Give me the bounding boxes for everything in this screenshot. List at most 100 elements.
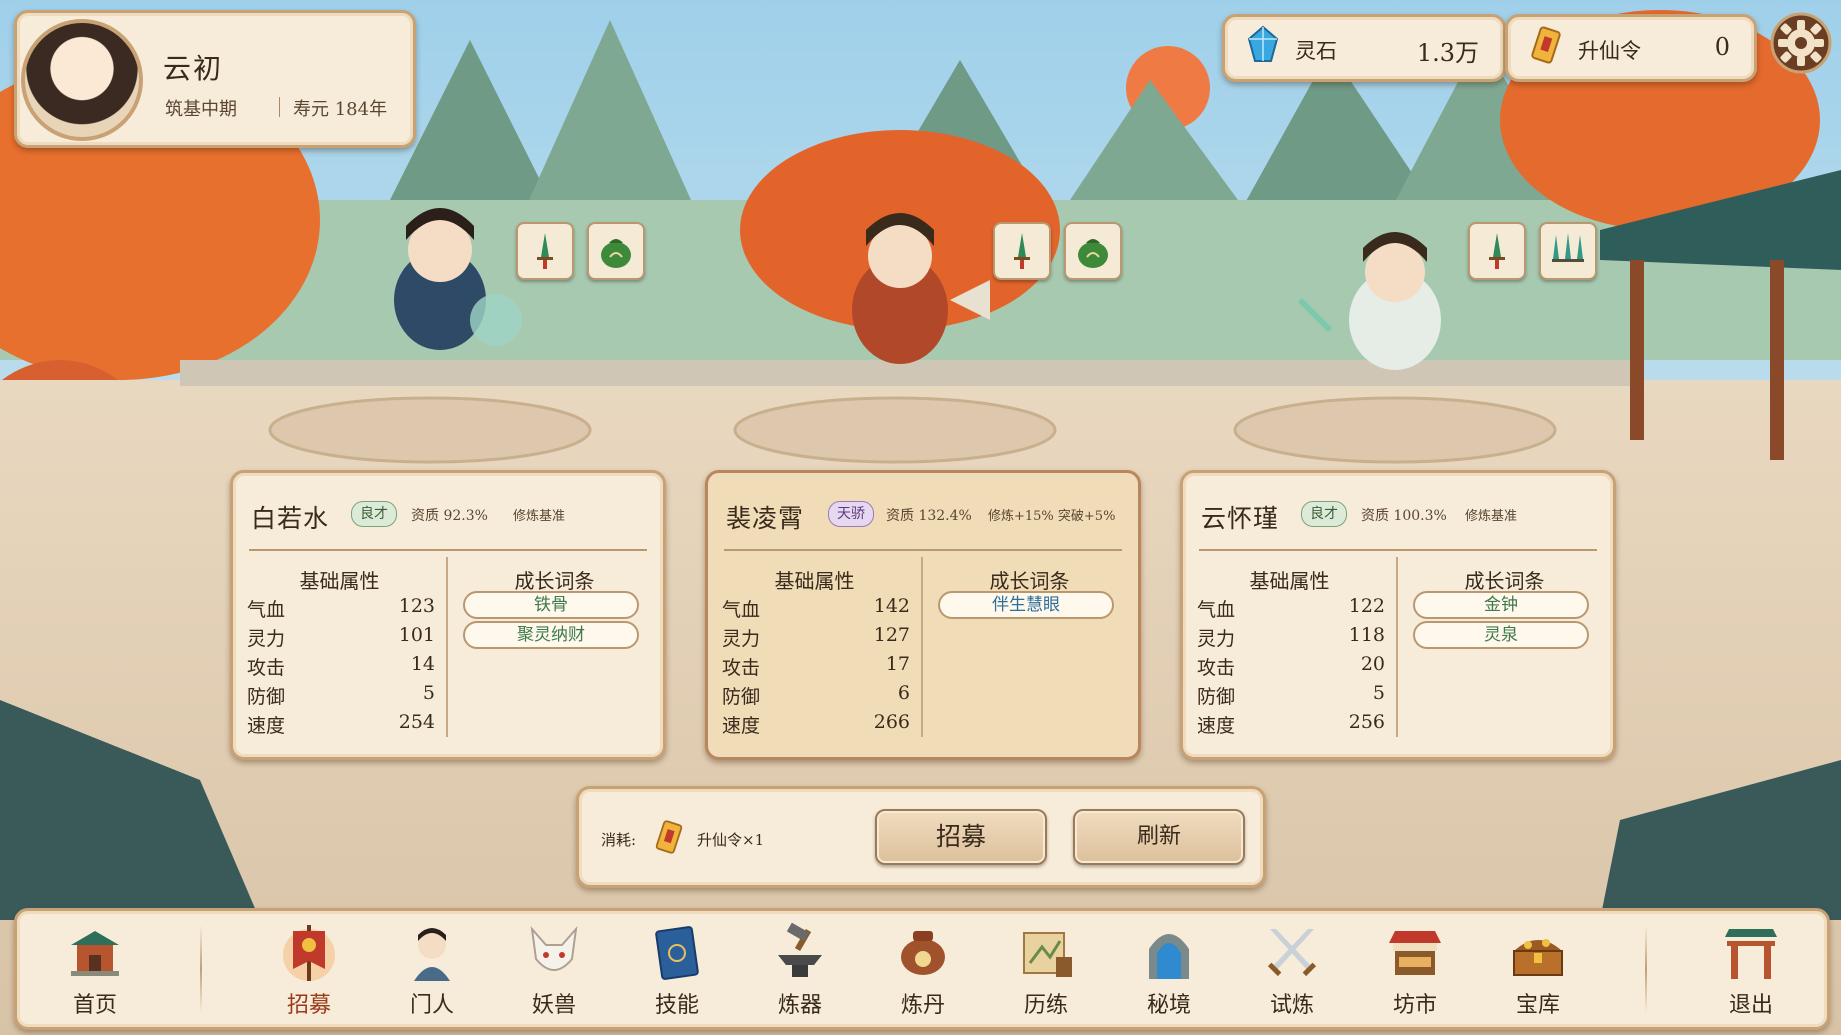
nav-forge[interactable]: 炼器 [750, 917, 850, 1021]
stat-value: 118 [1348, 624, 1385, 646]
base-stats-heading: 基础属性 [299, 569, 380, 593]
divider [1199, 549, 1597, 551]
currency-spirit-stone[interactable]: 灵石 1.3万 [1222, 14, 1506, 82]
nav-market[interactable]: 坊市 [1365, 917, 1465, 1021]
settings-gear-icon[interactable] [1770, 12, 1832, 74]
nav-label: 试炼 [1269, 993, 1314, 1018]
fox-icon [530, 925, 578, 971]
stat-value: 127 [873, 624, 910, 646]
divider [249, 549, 647, 551]
aptitude: 资质 100.3% [1361, 508, 1447, 524]
candidate-name: 云怀瑾 [1201, 504, 1280, 533]
nav-home[interactable]: 首页 [45, 917, 145, 1021]
stat-value: 14 [410, 653, 435, 675]
growth-trait[interactable]: 金钟 [1413, 591, 1589, 619]
equip-slot[interactable] [1064, 222, 1122, 280]
equip-slot[interactable] [587, 222, 645, 280]
nav-label: 宝库 [1515, 993, 1560, 1018]
refresh-button[interactable]: 刷新 [1073, 809, 1245, 865]
gate-icon [1725, 929, 1777, 979]
grade-badge: 良才 [351, 501, 397, 527]
player-realm: 筑基中期 [165, 99, 237, 120]
nav-label: 炼丹 [900, 993, 945, 1018]
stat-value: 5 [1372, 682, 1385, 704]
treasure-chest-icon [1513, 939, 1563, 976]
growth-trait[interactable]: 聚灵纳财 [463, 621, 639, 649]
stat-label: 防御 [247, 686, 286, 708]
nav-secret-realm[interactable]: 秘境 [1119, 917, 1219, 1021]
player-profile-card[interactable]: 云初 筑基中期 寿元 184年 [14, 10, 416, 148]
currency-label: 灵石 [1295, 39, 1337, 63]
stat-label: 速度 [722, 715, 761, 737]
spirit-stone-icon [1247, 25, 1279, 62]
candidate-card-selected[interactable]: 裴凌霄 天骄 资质 132.4% 修炼+15% 突破+5% 基础属性 成长词条 … [705, 470, 1141, 760]
grade-badge: 良才 [1301, 501, 1347, 527]
stat-value: 5 [422, 682, 435, 704]
stat-label: 灵力 [1197, 628, 1236, 650]
nav-label: 首页 [72, 993, 117, 1018]
scroll-map-icon [1023, 932, 1072, 977]
candidate-card[interactable]: 云怀瑾 良才 资质 100.3% 修炼基准 基础属性 成长词条 气血 122 灵力… [1180, 470, 1616, 760]
currency-ascension-token[interactable]: 升仙令 0 [1505, 14, 1757, 82]
nav-beasts[interactable]: 妖兽 [504, 917, 604, 1021]
skill-book-icon [655, 926, 699, 980]
ascension-token-icon [655, 820, 683, 854]
stat-label: 气血 [247, 599, 286, 621]
player-lifespan: 寿元 184年 [293, 99, 388, 120]
growth-trait[interactable]: 灵泉 [1413, 621, 1589, 649]
stat-label: 攻击 [722, 657, 761, 679]
stat-label: 灵力 [247, 628, 286, 650]
stat-value: 142 [873, 595, 910, 617]
nav-exit[interactable]: 退出 [1701, 917, 1801, 1021]
ascension-token-icon [1531, 26, 1561, 64]
candidate-name: 白若水 [251, 504, 330, 533]
nav-label: 历练 [1023, 993, 1068, 1018]
nav-label: 退出 [1728, 993, 1773, 1018]
cost-item: 升仙令×1 [697, 831, 765, 849]
nav-treasury[interactable]: 宝库 [1488, 917, 1588, 1021]
growth-trait[interactable]: 铁骨 [463, 591, 639, 619]
grade-badge: 天骄 [828, 501, 874, 527]
divider [200, 925, 202, 1013]
stat-label: 防御 [722, 686, 761, 708]
stat-label: 气血 [1197, 599, 1236, 621]
avatar[interactable] [21, 19, 143, 141]
divider [1645, 925, 1647, 1013]
nav-disciples[interactable]: 门人 [382, 917, 482, 1021]
nav-label: 坊市 [1392, 993, 1437, 1018]
growth-traits-heading: 成长词条 [1464, 569, 1545, 593]
aptitude: 资质 92.3% [411, 508, 488, 524]
cost-label: 消耗: [601, 831, 637, 849]
pouch-icon [601, 239, 631, 268]
equip-slot[interactable] [1468, 222, 1526, 280]
nav-alchemy[interactable]: 炼丹 [873, 917, 973, 1021]
stat-value: 20 [1360, 653, 1385, 675]
aptitude: 资质 132.4% [886, 508, 972, 524]
currency-value: 0 [1714, 33, 1730, 61]
nav-recruit[interactable]: 招募 [259, 917, 359, 1021]
equip-slot[interactable] [993, 222, 1051, 280]
nav-skills[interactable]: 技能 [627, 917, 727, 1021]
stat-value: 254 [398, 711, 435, 733]
nav-adventure[interactable]: 历练 [996, 917, 1096, 1021]
nav-label: 妖兽 [531, 993, 576, 1018]
sword-icon [537, 233, 553, 269]
nav-trial[interactable]: 试炼 [1242, 917, 1342, 1021]
candidate-card[interactable]: 白若水 良才 资质 92.3% 修炼基准 基础属性 成长词条 气血 123 灵力 1… [230, 470, 666, 760]
nav-label: 招募 [286, 993, 331, 1018]
sword-icon [1014, 233, 1030, 269]
growth-trait[interactable]: 伴生慧眼 [938, 591, 1114, 619]
disciple-icon [414, 928, 450, 981]
nav-label: 炼器 [777, 993, 822, 1018]
stat-label: 速度 [247, 715, 286, 737]
currency-label: 升仙令 [1578, 39, 1641, 63]
equip-slot[interactable] [1539, 222, 1597, 280]
nav-label: 门人 [409, 993, 454, 1018]
crossed-swords-icon [1267, 929, 1317, 977]
stat-label: 攻击 [1197, 657, 1236, 679]
stat-label: 攻击 [247, 657, 286, 679]
equip-slot[interactable] [516, 222, 574, 280]
recruit-button[interactable]: 招募 [875, 809, 1047, 865]
divider [279, 97, 280, 117]
base-stats-heading: 基础属性 [1249, 569, 1330, 593]
